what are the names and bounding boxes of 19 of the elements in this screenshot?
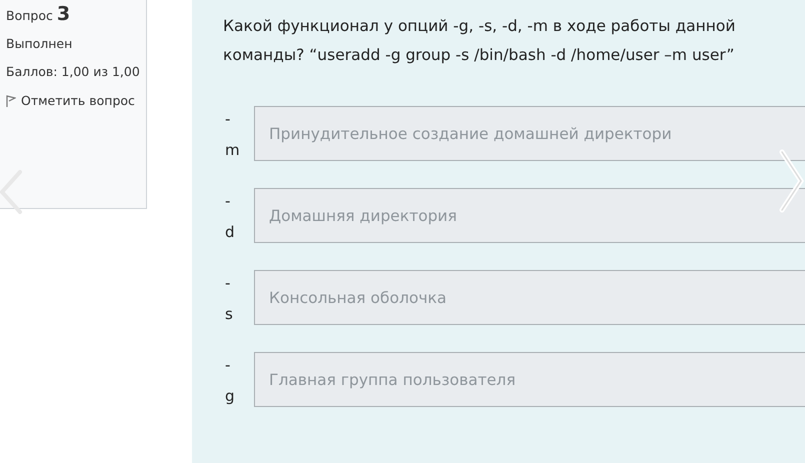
- answer-field[interactable]: Главная группа пользователя: [254, 352, 805, 407]
- option-letter: m: [225, 140, 241, 161]
- question-grade: Баллов: 1,00 из 1,00: [6, 63, 141, 81]
- answer-field[interactable]: Принудительное создание домашней директори: [254, 106, 805, 161]
- option-letter: d: [225, 222, 236, 243]
- chevron-left-icon[interactable]: [0, 168, 24, 216]
- question-number: Вопрос 3: [6, 4, 72, 26]
- answer-field[interactable]: Консольная оболочка: [254, 270, 805, 325]
- flag-question-link[interactable]: Отметить вопрос: [21, 90, 135, 111]
- option-dash: -: [225, 191, 232, 212]
- question-status: Выполнен: [6, 35, 74, 53]
- answer-field[interactable]: Домашняя директория: [254, 188, 805, 243]
- option-dash: -: [225, 273, 232, 294]
- question-text: Какой функционал у опций -g, -s, -d, -m в ходе работы данной команды? “useradd -g group -s /bin/bash -d /home/user –m user”: [223, 16, 736, 66]
- option-dash: -: [225, 109, 232, 130]
- flag-icon: [6, 95, 16, 107]
- option-letter: g: [225, 386, 236, 407]
- option-letter: s: [225, 304, 234, 325]
- option-dash: -: [225, 355, 232, 376]
